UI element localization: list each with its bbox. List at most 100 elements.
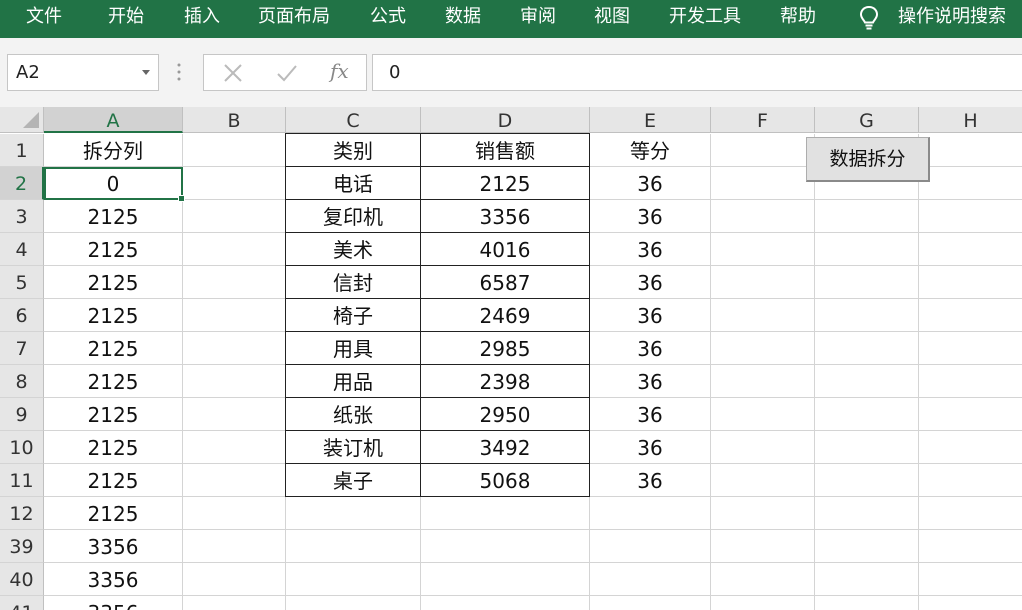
cell-b15[interactable] (183, 596, 286, 610)
row-header[interactable]: 6 (0, 299, 44, 332)
cell-h6[interactable] (919, 299, 1022, 332)
cell-a6[interactable]: 2125 (44, 299, 183, 332)
cell-e2[interactable]: 36 (590, 167, 711, 200)
cell-f12[interactable] (711, 497, 815, 530)
row-header[interactable]: 40 (0, 563, 44, 596)
cell-d15[interactable] (421, 596, 590, 610)
cell-e5[interactable]: 36 (590, 266, 711, 299)
cell-f5[interactable] (711, 266, 815, 299)
cell-g4[interactable] (815, 233, 919, 266)
cell-d1[interactable]: 销售额 (420, 133, 590, 167)
cell-e13[interactable] (590, 530, 711, 563)
cell-b9[interactable] (183, 398, 286, 431)
cell-a13[interactable]: 3356 (44, 530, 183, 563)
cell-b5[interactable] (183, 266, 286, 299)
column-header-g[interactable]: G (815, 107, 919, 133)
cell-f15[interactable] (711, 596, 815, 610)
tab-review[interactable]: 审阅 (520, 0, 556, 38)
tab-page-layout[interactable]: 页面布局 (258, 0, 330, 38)
cell-e6[interactable]: 36 (590, 299, 711, 332)
cell-a14[interactable]: 3356 (44, 563, 183, 596)
tab-insert[interactable]: 插入 (184, 0, 220, 38)
row-header[interactable]: 8 (0, 365, 44, 398)
tell-me-search[interactable]: 操作说明搜索 (898, 0, 1006, 38)
cell-b2[interactable] (183, 167, 286, 200)
cell-g6[interactable] (815, 299, 919, 332)
cell-g12[interactable] (815, 497, 919, 530)
cell-a15[interactable]: 3356 (44, 596, 183, 610)
cell-g3[interactable] (815, 200, 919, 233)
row-header[interactable]: 9 (0, 398, 44, 431)
column-header-a[interactable]: A (44, 107, 183, 133)
cell-g15[interactable] (815, 596, 919, 610)
row-header[interactable]: 39 (0, 530, 44, 563)
cell-a3[interactable]: 2125 (44, 200, 183, 233)
cell-b7[interactable] (183, 332, 286, 365)
cell-f3[interactable] (711, 200, 815, 233)
cell-h7[interactable] (919, 332, 1022, 365)
cell-c5[interactable]: 信封 (285, 265, 421, 299)
row-header[interactable]: 12 (0, 497, 44, 530)
tab-developer[interactable]: 开发工具 (669, 0, 741, 38)
cell-b12[interactable] (183, 497, 286, 530)
formula-input[interactable]: 0 (372, 54, 1022, 91)
cell-h9[interactable] (919, 398, 1022, 431)
cell-b8[interactable] (183, 365, 286, 398)
column-header-b[interactable]: B (183, 107, 286, 133)
cell-a11[interactable]: 2125 (44, 464, 183, 497)
cell-e12[interactable] (590, 497, 711, 530)
fill-handle[interactable] (178, 195, 185, 202)
row-header[interactable]: 7 (0, 332, 44, 365)
column-header-e[interactable]: E (590, 107, 711, 133)
row-header[interactable]: 2 (0, 167, 44, 200)
cell-b13[interactable] (183, 530, 286, 563)
cell-e10[interactable]: 36 (590, 431, 711, 464)
select-all-corner[interactable] (0, 107, 44, 133)
cell-e4[interactable]: 36 (590, 233, 711, 266)
cell-h3[interactable] (919, 200, 1022, 233)
cell-g9[interactable] (815, 398, 919, 431)
cell-a10[interactable]: 2125 (44, 431, 183, 464)
cell-d11[interactable]: 5068 (420, 463, 590, 497)
cell-g13[interactable] (815, 530, 919, 563)
tab-formulas[interactable]: 公式 (370, 0, 406, 38)
tab-data[interactable]: 数据 (445, 0, 481, 38)
cell-d12[interactable] (421, 497, 590, 530)
cell-h12[interactable] (919, 497, 1022, 530)
insert-function-icon[interactable]: fx (330, 59, 349, 83)
cell-d7[interactable]: 2985 (420, 331, 590, 365)
cell-e11[interactable]: 36 (590, 464, 711, 497)
cell-h5[interactable] (919, 266, 1022, 299)
tab-view[interactable]: 视图 (594, 0, 630, 38)
cell-c9[interactable]: 纸张 (285, 397, 421, 431)
cell-d4[interactable]: 4016 (420, 232, 590, 266)
cell-a7[interactable]: 2125 (44, 332, 183, 365)
column-header-d[interactable]: D (421, 107, 590, 133)
cell-d10[interactable]: 3492 (420, 430, 590, 464)
cell-a2[interactable]: 0 (44, 167, 183, 200)
cell-d3[interactable]: 3356 (420, 199, 590, 233)
cell-c12[interactable] (286, 497, 421, 530)
cell-h4[interactable] (919, 233, 1022, 266)
cell-f14[interactable] (711, 563, 815, 596)
row-header[interactable]: 5 (0, 266, 44, 299)
cell-a9[interactable]: 2125 (44, 398, 183, 431)
column-header-h[interactable]: H (919, 107, 1022, 133)
cell-c6[interactable]: 椅子 (285, 298, 421, 332)
cell-c1[interactable]: 类别 (285, 133, 421, 167)
cell-f11[interactable] (711, 464, 815, 497)
cell-h15[interactable] (919, 596, 1022, 610)
cell-c13[interactable] (286, 530, 421, 563)
column-header-f[interactable]: F (711, 107, 815, 133)
cell-f7[interactable] (711, 332, 815, 365)
cell-c11[interactable]: 桌子 (285, 463, 421, 497)
cell-b10[interactable] (183, 431, 286, 464)
cell-a8[interactable]: 2125 (44, 365, 183, 398)
cell-g5[interactable] (815, 266, 919, 299)
cell-h2[interactable] (919, 167, 1022, 200)
cell-h14[interactable] (919, 563, 1022, 596)
cell-d5[interactable]: 6587 (420, 265, 590, 299)
tab-help[interactable]: 帮助 (780, 0, 816, 38)
cell-e3[interactable]: 36 (590, 200, 711, 233)
cell-c3[interactable]: 复印机 (285, 199, 421, 233)
